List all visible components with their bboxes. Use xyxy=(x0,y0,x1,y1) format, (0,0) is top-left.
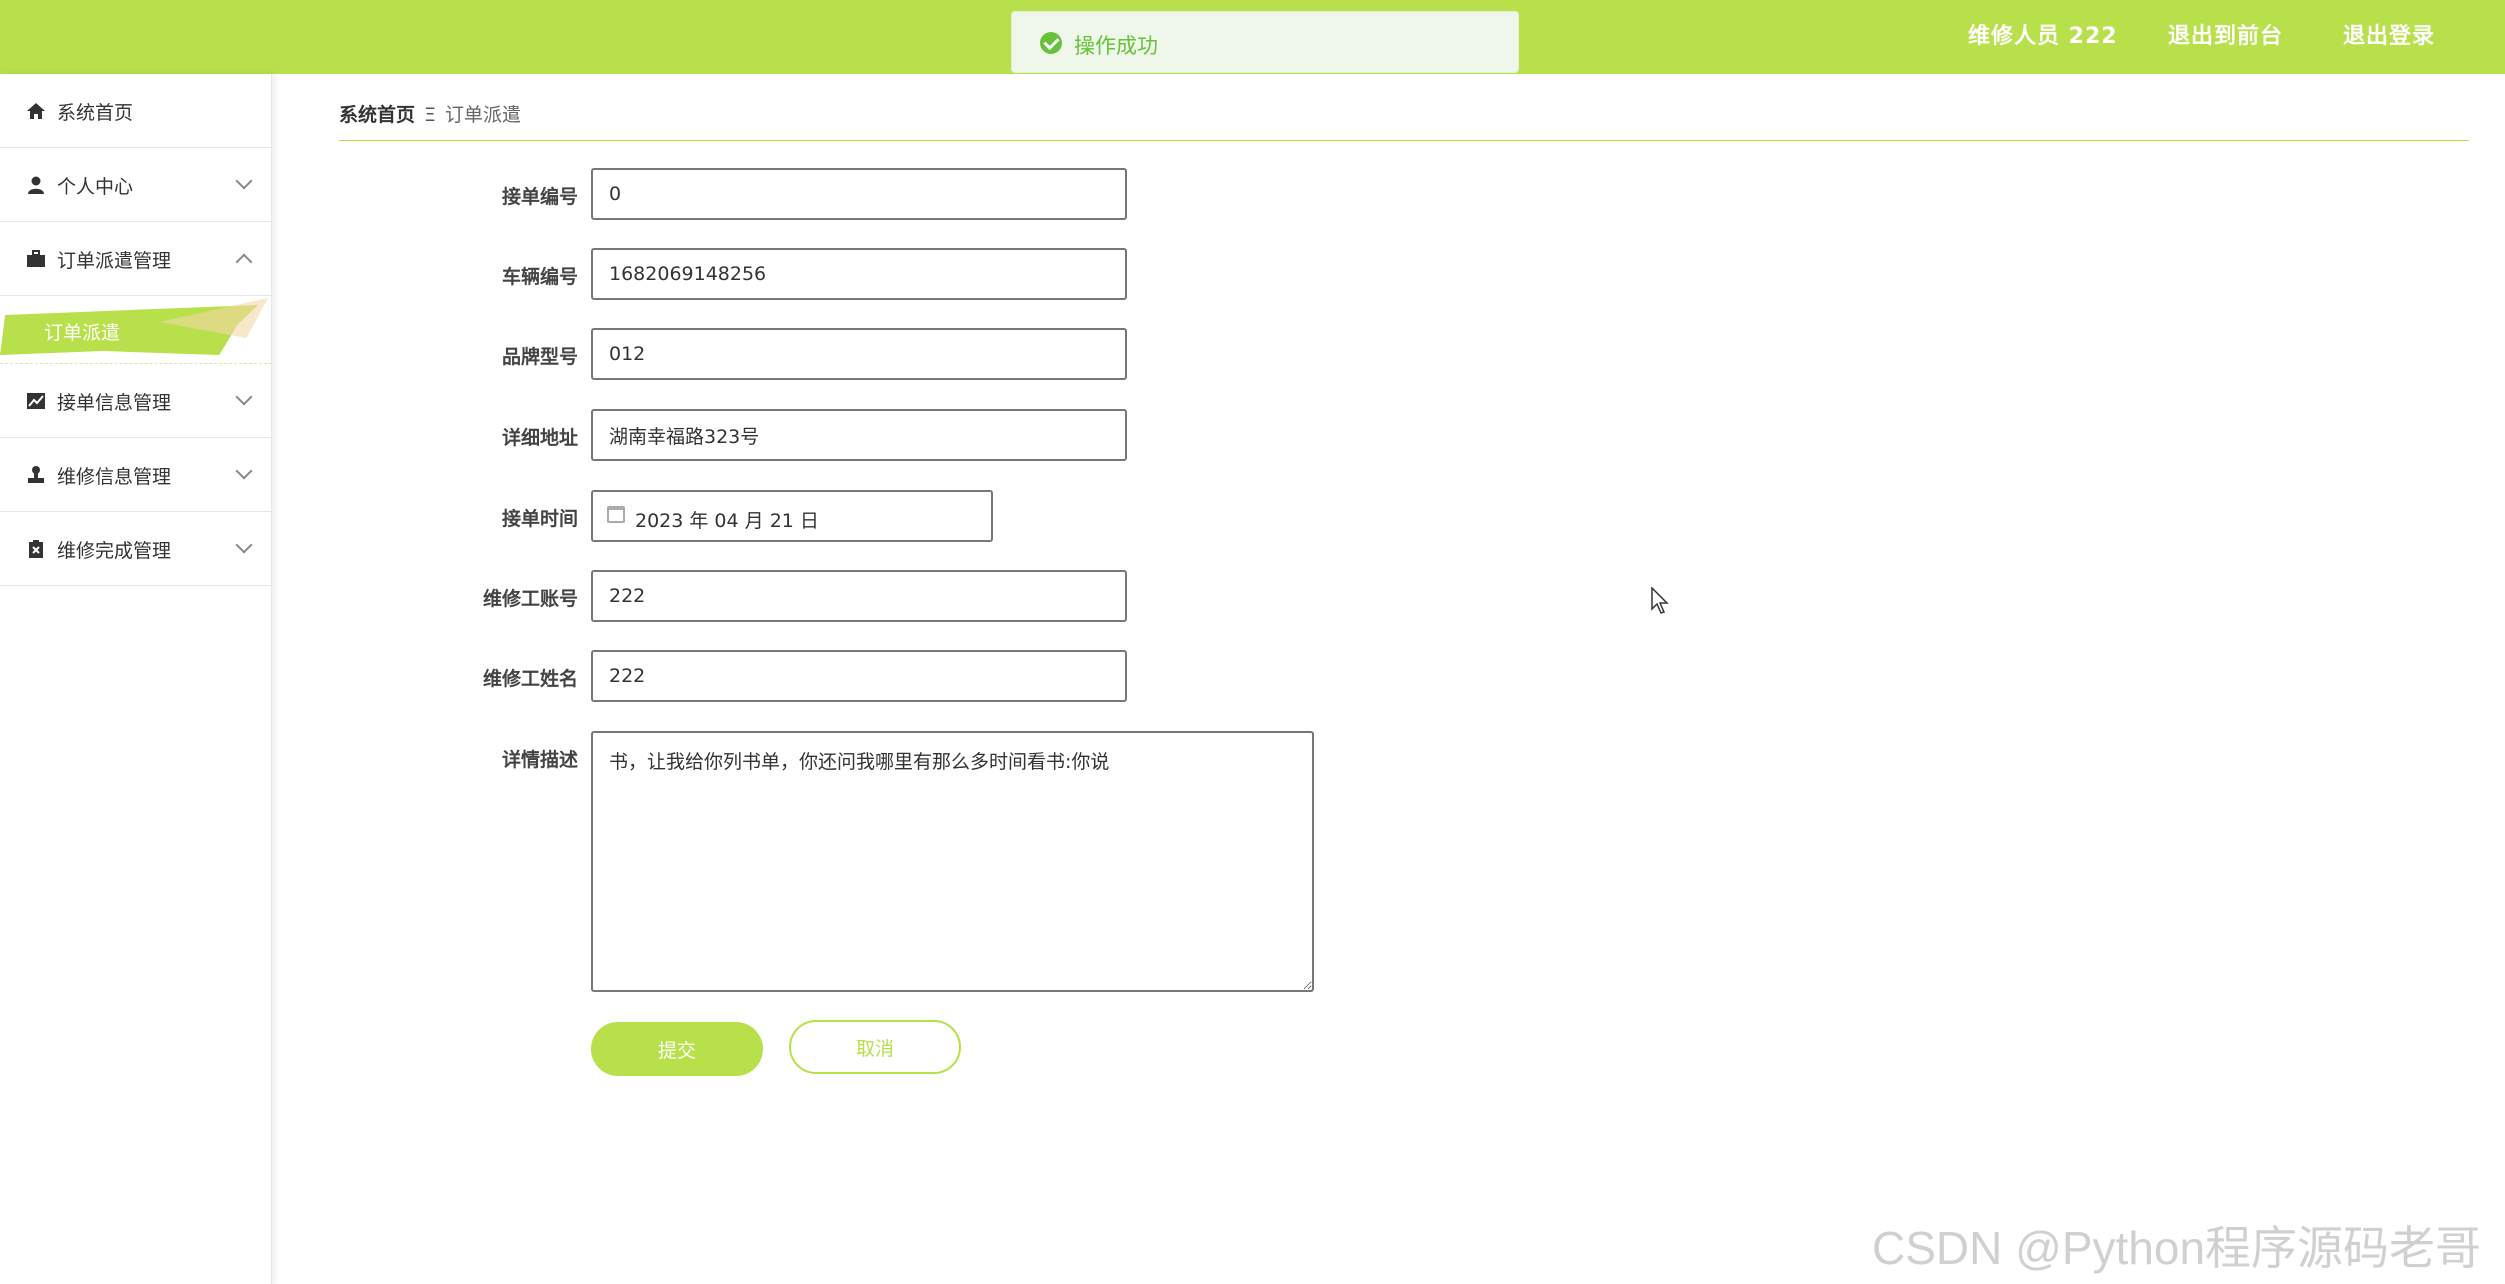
worker-name-label: 维修工姓名 xyxy=(482,668,578,690)
order-no-label: 接单编号 xyxy=(501,186,578,208)
order-time-picker[interactable]: 2023 年 04 月 21 日 xyxy=(591,490,993,542)
back-to-front-link[interactable]: 退出到前台 xyxy=(2168,18,2283,50)
model-input[interactable] xyxy=(591,328,1127,380)
home-icon xyxy=(26,101,46,121)
logout-link[interactable]: 退出登录 xyxy=(2343,18,2435,50)
order-no-input[interactable] xyxy=(591,168,1127,220)
cancel-button[interactable]: 取消 xyxy=(789,1020,961,1074)
sidebar-subitem-label: 订单派遣 xyxy=(44,322,121,344)
chevron-down-icon xyxy=(235,536,253,554)
calendar-icon xyxy=(607,506,625,523)
address-input[interactable] xyxy=(591,409,1127,461)
watermark: CSDN @Python程序源码老哥 xyxy=(1872,1222,2482,1274)
check-circle-icon xyxy=(1040,32,1062,54)
model-label: 品牌型号 xyxy=(501,346,578,368)
stamp-icon xyxy=(26,465,46,485)
breadcrumb: 系统首页 Ξ 订单派遣 xyxy=(339,100,521,130)
sidebar-item-order-dispatch-mgmt[interactable]: 订单派遣管理 xyxy=(0,222,272,296)
sidebar: 系统首页 个人中心 订单派遣管理 订单派遣 接单信息管理 维修信息管理 维修完成… xyxy=(0,74,272,1284)
worker-account-label: 维修工账号 xyxy=(482,588,578,610)
breadcrumb-separator-icon: Ξ xyxy=(424,104,437,126)
worker-name-input[interactable] xyxy=(591,650,1127,702)
sidebar-item-label: 系统首页 xyxy=(57,102,134,124)
submit-button[interactable]: 提交 xyxy=(591,1022,763,1076)
clipboard-icon xyxy=(26,539,46,559)
breadcrumb-home[interactable]: 系统首页 xyxy=(339,104,415,126)
mouse-cursor-icon xyxy=(1651,587,1669,614)
sidebar-subitem-order-dispatch[interactable]: 订单派遣 xyxy=(0,296,272,364)
chevron-down-icon xyxy=(235,172,253,190)
sidebar-item-label: 个人中心 xyxy=(57,176,134,198)
sidebar-item-repair-info-mgmt[interactable]: 维修信息管理 xyxy=(0,438,272,512)
breadcrumb-current: 订单派遣 xyxy=(445,104,522,126)
sidebar-item-label: 接单信息管理 xyxy=(57,392,172,414)
user-icon xyxy=(26,175,46,195)
order-time-label: 接单时间 xyxy=(501,508,578,530)
sidebar-item-repair-complete-mgmt[interactable]: 维修完成管理 xyxy=(0,512,272,586)
sidebar-item-label: 订单派遣管理 xyxy=(57,250,172,272)
briefcase-icon xyxy=(26,249,46,269)
sidebar-item-order-info-mgmt[interactable]: 接单信息管理 xyxy=(0,364,272,438)
order-time-value: 2023 年 04 月 21 日 xyxy=(635,510,819,532)
sidebar-item-personal-center[interactable]: 个人中心 xyxy=(0,148,272,222)
worker-account-input[interactable] xyxy=(591,570,1127,622)
current-user: 维修人员 222 xyxy=(1968,24,2118,49)
vehicle-no-input[interactable] xyxy=(591,248,1127,300)
chevron-down-icon xyxy=(235,388,253,406)
sidebar-item-label: 维修信息管理 xyxy=(57,466,172,488)
success-toast: 操作成功 xyxy=(1011,11,1519,73)
breadcrumb-divider xyxy=(339,140,2469,141)
toast-message: 操作成功 xyxy=(1074,34,1158,58)
chevron-down-icon xyxy=(235,462,253,480)
vehicle-no-label: 车辆编号 xyxy=(501,266,578,288)
chevron-up-icon xyxy=(235,253,253,271)
description-label: 详情描述 xyxy=(501,749,578,771)
sidebar-item-label: 维修完成管理 xyxy=(57,540,172,562)
sidebar-item-home[interactable]: 系统首页 xyxy=(0,74,272,148)
address-label: 详细地址 xyxy=(501,427,578,449)
description-textarea[interactable]: 书，让我给你列书单，你还问我哪里有那么多时间看书:你说 xyxy=(591,731,1314,992)
chart-icon xyxy=(26,391,46,411)
